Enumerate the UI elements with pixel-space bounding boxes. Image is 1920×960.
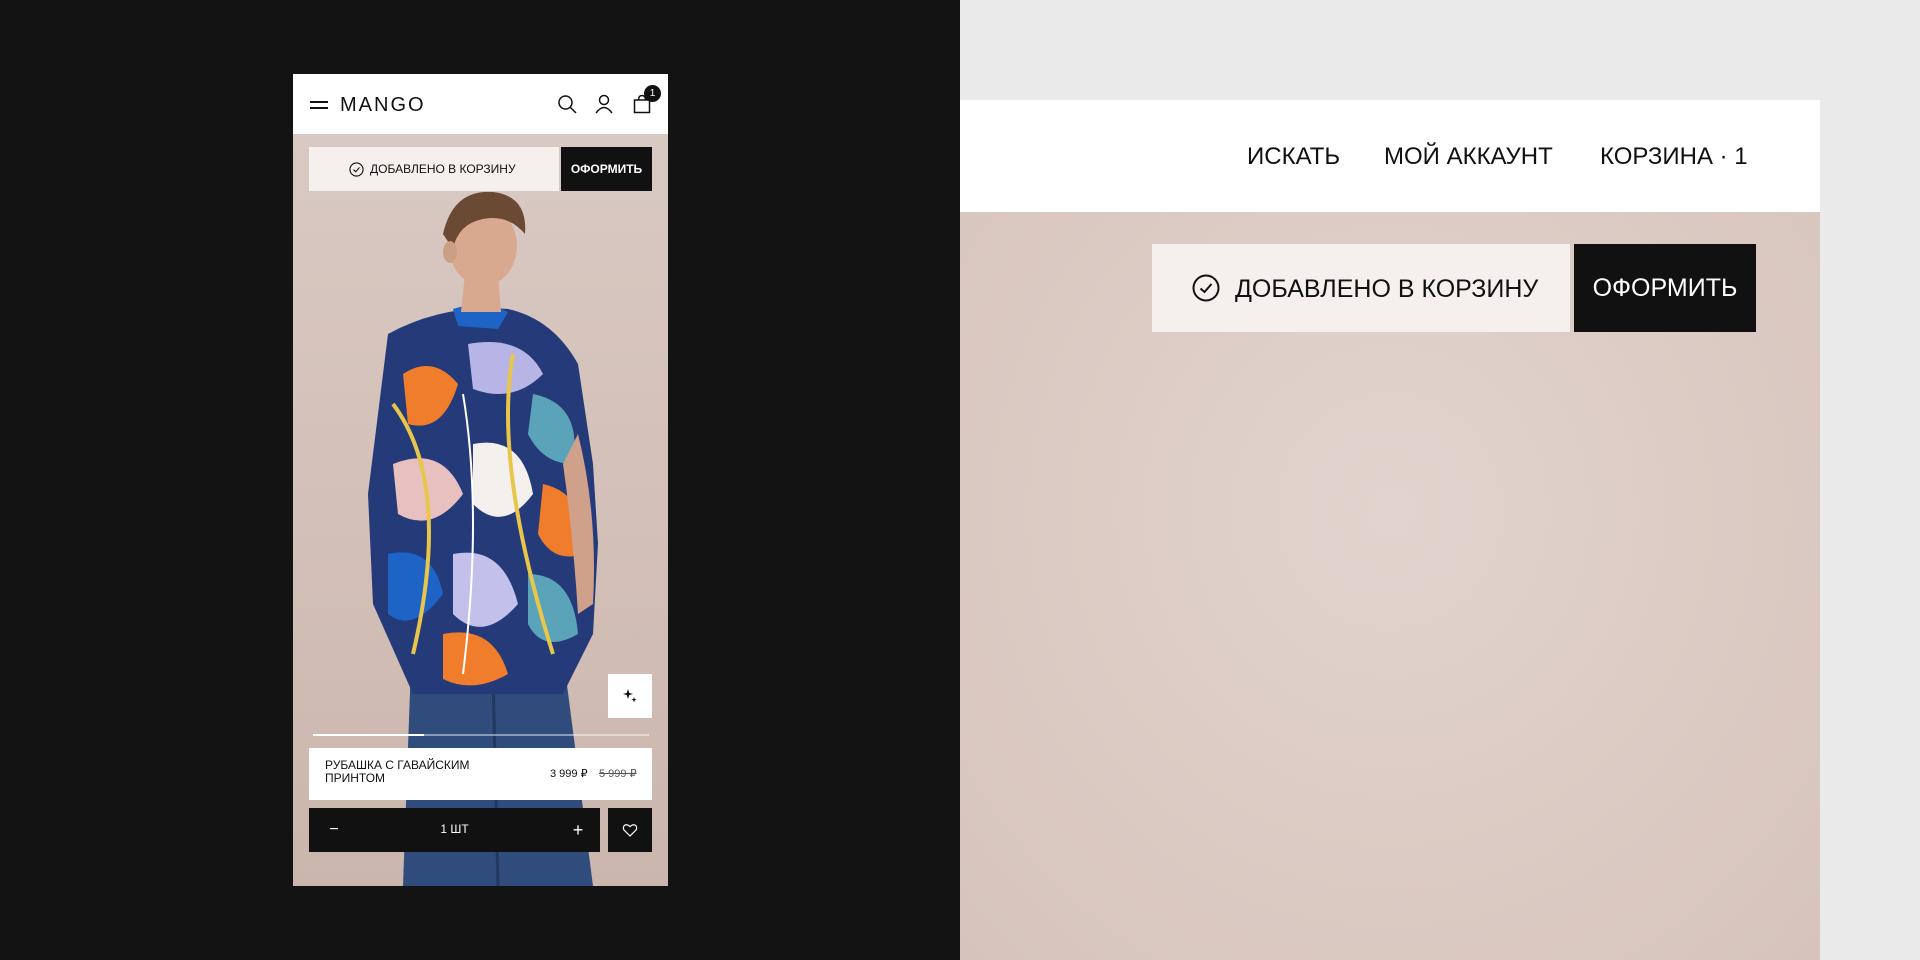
favorite-button[interactable] bbox=[608, 808, 652, 852]
similar-items-button[interactable] bbox=[608, 674, 652, 718]
added-message: ДОБАВЛЕНО В КОРЗИНУ bbox=[370, 162, 516, 176]
gallery-progress-fill bbox=[313, 734, 424, 736]
brand-logo[interactable]: MANGO bbox=[340, 94, 426, 117]
menu-icon[interactable] bbox=[310, 99, 328, 111]
check-circle-icon bbox=[349, 162, 364, 177]
user-icon[interactable] bbox=[593, 93, 615, 115]
zoom-header: ИСКАТЬ МОЙ АККАУНТ КОРЗИНА · 1 bbox=[960, 100, 1820, 212]
bag-icon[interactable]: 1 bbox=[631, 85, 661, 115]
added-to-cart-toast: ДОБАВЛЕНО В КОРЗИНУ bbox=[309, 147, 559, 191]
search-icon[interactable] bbox=[556, 93, 578, 115]
gallery-progress bbox=[313, 734, 649, 736]
cart-count-badge: 1 bbox=[644, 85, 661, 102]
nav-cart-link[interactable]: КОРЗИНА · 1 bbox=[1600, 143, 1748, 171]
checkout-button[interactable]: ОФОРМИТЬ bbox=[561, 147, 652, 191]
quantity-label: 1 ШТ bbox=[440, 822, 469, 836]
heart-icon bbox=[622, 824, 638, 837]
zoom-detail-panel: ИСКАТЬ МОЙ АККАУНТ КОРЗИНА · 1 ДОБАВЛЕНО… bbox=[960, 0, 1920, 960]
left-panel: MANGO 1 ДОБАВЛЕНО В КОРЗИНУ ОФОРМИТЬ РУБ… bbox=[0, 0, 960, 960]
product-info-card: РУБАШКА С ГАВАЙСКИМ ПРИНТОМ 3 999 ₽ 5 99… bbox=[309, 748, 652, 800]
sparkle-icon bbox=[623, 689, 637, 703]
phone-mockup: MANGO 1 ДОБАВЛЕНО В КОРЗИНУ ОФОРМИТЬ РУБ… bbox=[293, 74, 668, 886]
nav-search-link[interactable]: ИСКАТЬ bbox=[1247, 143, 1340, 171]
zoom-added-message: ДОБАВЛЕНО В КОРЗИНУ bbox=[1235, 275, 1539, 303]
zoom-checkout-button[interactable]: ОФОРМИТЬ bbox=[1574, 244, 1756, 332]
product-old-price: 5 999 ₽ bbox=[599, 768, 637, 780]
product-name: РУБАШКА С ГАВАЙСКИМ ПРИНТОМ bbox=[325, 758, 470, 785]
zoom-added-to-cart-toast: ДОБАВЛЕНО В КОРЗИНУ bbox=[1152, 244, 1570, 332]
check-circle-icon bbox=[1192, 274, 1220, 302]
phone-header: MANGO 1 bbox=[293, 74, 668, 134]
product-price: 3 999 ₽ bbox=[550, 768, 588, 780]
quantity-increase-button[interactable]: + bbox=[567, 817, 589, 843]
nav-account-link[interactable]: МОЙ АККАУНТ bbox=[1384, 143, 1553, 171]
quantity-stepper: − 1 ШТ + bbox=[309, 808, 600, 852]
